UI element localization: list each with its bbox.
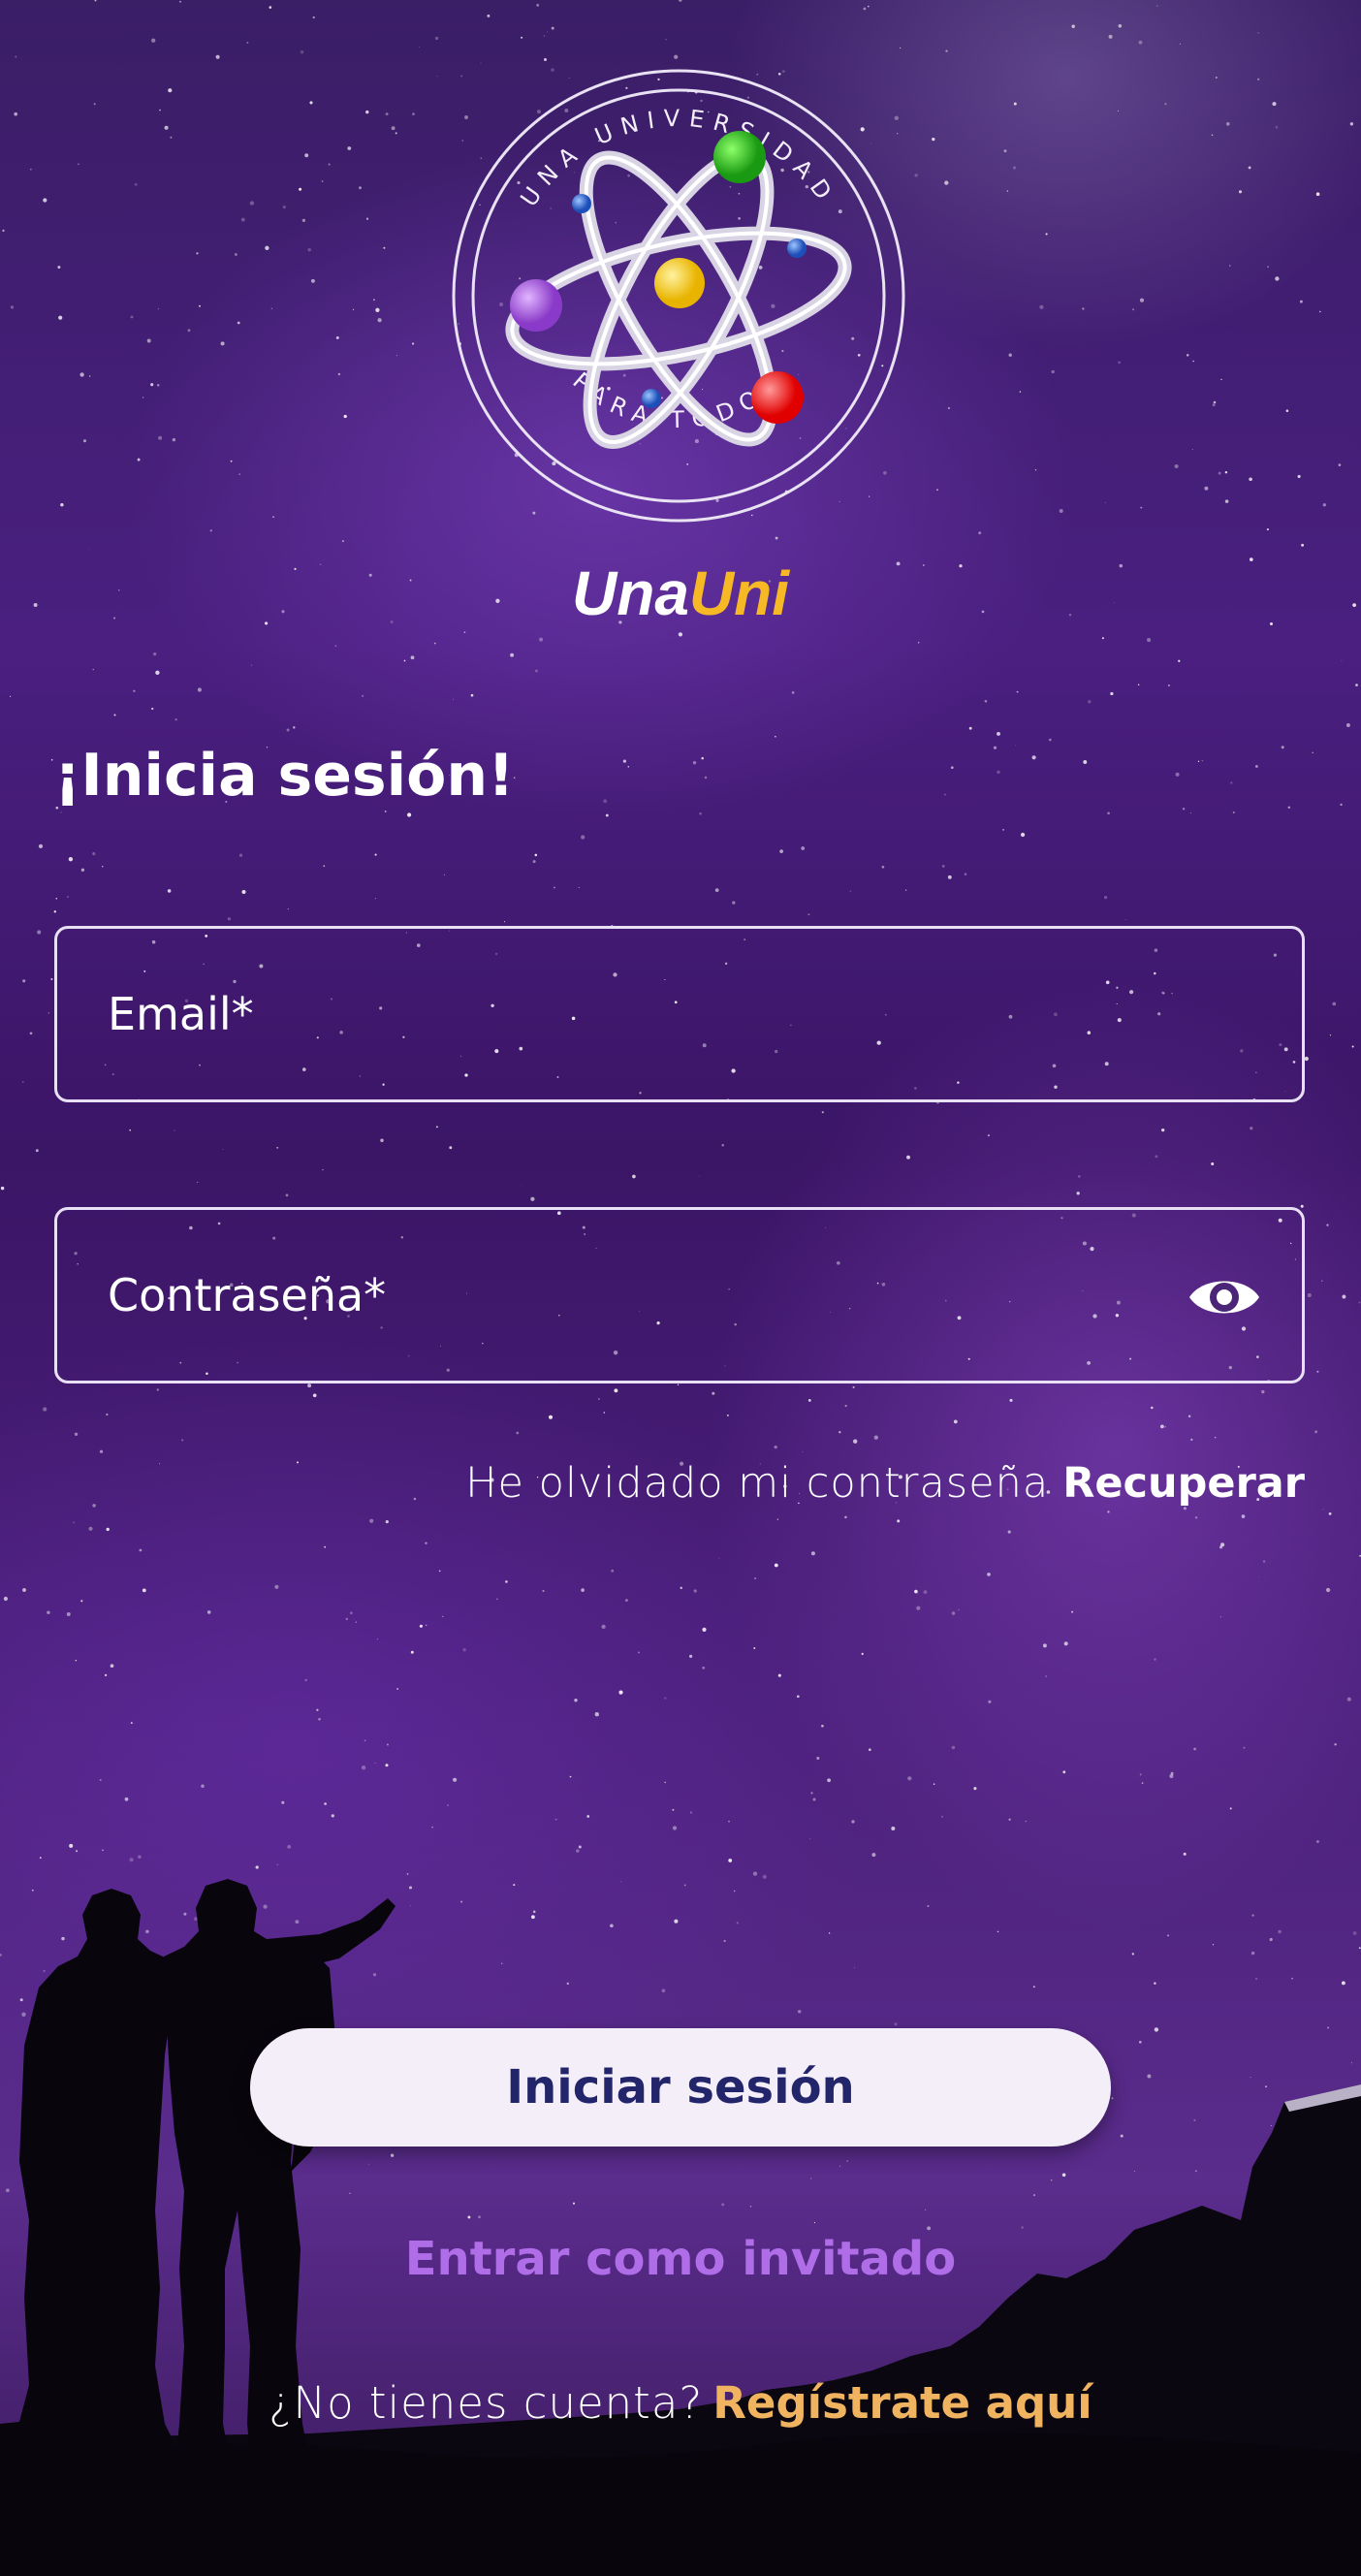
forgot-password: He olvidado mi contraseña Recuperar [465,1459,1305,1508]
login-button[interactable]: Iniciar sesión [250,2028,1111,2147]
forgot-password-text: He olvidado mi contraseña [465,1459,1050,1508]
page-title: ¡Inicia sesión! [54,742,515,810]
app-name-part2: Uni [688,558,789,628]
signup-link[interactable]: Regístrate aquí [712,2377,1092,2429]
email-input[interactable] [57,929,1302,1099]
eye-icon[interactable] [1186,1268,1263,1326]
app-name-part1: Una [572,558,689,628]
signup-text: ¿No tienes cuenta? [269,2377,704,2429]
signup-prompt: ¿No tienes cuenta? Regístrate aquí [0,2377,1361,2429]
recover-password-link[interactable]: Recuperar [1062,1459,1305,1508]
university-logo: UNA UNIVERSIDAD PARA TODOS [451,68,906,524]
silhouette-illustration [0,1879,1361,2576]
app-name: UnaUni [0,557,1361,629]
guest-login-link[interactable]: Entrar como invitado [0,2232,1361,2286]
password-field[interactable] [54,1207,1305,1383]
password-input[interactable] [57,1210,1302,1381]
email-field[interactable] [54,926,1305,1102]
